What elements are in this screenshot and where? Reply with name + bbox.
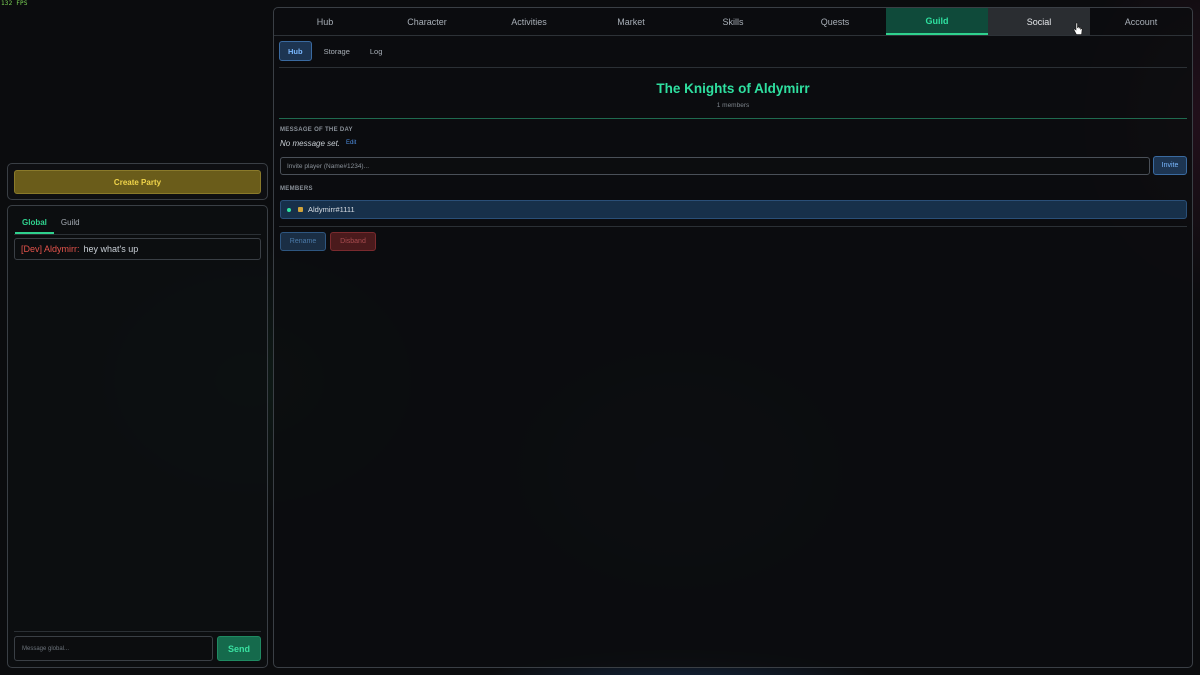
- guild-sub-tabs: Hub Storage Log: [279, 41, 390, 61]
- rank-icon: [298, 207, 303, 212]
- invite-button[interactable]: Invite: [1153, 156, 1187, 175]
- invite-player-input[interactable]: Invite player (Name#1234)...: [280, 157, 1150, 175]
- chat-tab-guild[interactable]: Guild: [54, 214, 87, 234]
- guild-member-count: 1 members: [716, 102, 750, 109]
- chat-message: [Dev] Aldymirr: hey what's up: [14, 238, 261, 260]
- guild-title: The Knights of Aldymirr: [656, 81, 810, 96]
- tab-guild[interactable]: Guild: [886, 8, 988, 35]
- divider: [14, 234, 261, 235]
- divider: [14, 631, 261, 632]
- rename-guild-button[interactable]: Rename: [280, 232, 326, 251]
- chat-tab-global[interactable]: Global: [15, 214, 54, 234]
- main-panel: Hub Character Activities Market Skills Q…: [273, 7, 1193, 668]
- divider: [279, 118, 1187, 119]
- subtab-storage[interactable]: Storage: [316, 41, 358, 61]
- chat-panel: Global Guild [Dev] Aldymirr: hey what's …: [7, 205, 268, 668]
- tab-quests[interactable]: Quests: [784, 8, 886, 35]
- main-nav-tabs: Hub Character Activities Market Skills Q…: [274, 8, 1192, 36]
- party-panel: Create Party: [7, 163, 268, 200]
- subtab-hub[interactable]: Hub: [279, 41, 312, 61]
- mouse-cursor-icon: [1073, 22, 1083, 35]
- create-party-button[interactable]: Create Party: [14, 170, 261, 194]
- tab-hub[interactable]: Hub: [274, 8, 376, 35]
- members-label: MEMBERS: [280, 186, 313, 192]
- tab-market[interactable]: Market: [580, 8, 682, 35]
- motd-text: No message set.: [280, 139, 341, 148]
- divider: [279, 67, 1187, 68]
- chat-tabs: Global Guild: [15, 214, 87, 234]
- chat-message-author[interactable]: [Dev] Aldymirr:: [21, 244, 80, 254]
- member-row[interactable]: Aldymirr#1111: [280, 200, 1187, 219]
- divider: [279, 226, 1187, 227]
- motd-label: MESSAGE OF THE DAY: [280, 127, 353, 133]
- send-button[interactable]: Send: [217, 636, 261, 661]
- motd-edit-link[interactable]: Edit: [346, 140, 356, 146]
- chat-message-input[interactable]: Message global...: [14, 636, 213, 661]
- online-status-icon: [287, 207, 291, 212]
- subtab-log[interactable]: Log: [362, 41, 391, 61]
- chat-message-text: hey what's up: [83, 244, 139, 254]
- tab-activities[interactable]: Activities: [478, 8, 580, 35]
- tab-skills[interactable]: Skills: [682, 8, 784, 35]
- member-name: Aldymirr#1111: [308, 205, 355, 214]
- disband-guild-button[interactable]: Disband: [330, 232, 376, 251]
- tab-character[interactable]: Character: [376, 8, 478, 35]
- fps-counter: 132 FPS: [1, 0, 28, 7]
- tab-account[interactable]: Account: [1090, 8, 1192, 35]
